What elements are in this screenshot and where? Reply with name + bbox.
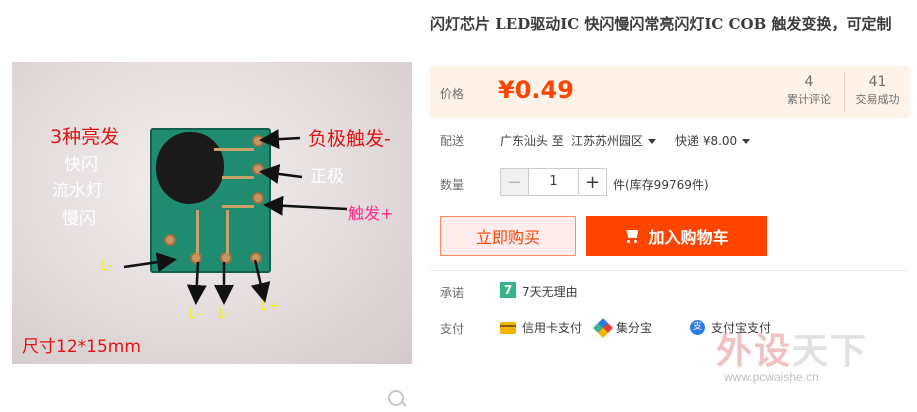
- watermark: 外设天下 www.pcwaishe.cn: [712, 322, 912, 392]
- product-gallery: 3种亮发 快闪 流水灯 慢闪 负极触发- 正极 触发+ L- L- L- L+ …: [0, 0, 425, 412]
- product-image[interactable]: 3种亮发 快闪 流水灯 慢闪 负极触发- 正极 触发+ L- L- L- L+ …: [12, 62, 412, 364]
- sales-count: 41: [868, 74, 887, 90]
- annotation-l-plus: L+: [260, 298, 280, 314]
- shipping-destination: 江苏苏州园区: [571, 134, 644, 148]
- divider: [430, 270, 910, 271]
- quantity-decrease-button[interactable]: −: [501, 169, 529, 195]
- jifenbao-icon: [593, 317, 613, 338]
- review-count: 4: [804, 74, 814, 90]
- annotation-trigger-plus: 触发+: [348, 204, 394, 223]
- payment-credit-card[interactable]: 信用卡支付: [500, 319, 582, 336]
- cart-icon: [624, 230, 640, 243]
- payment-credit-label: 信用卡支付: [522, 321, 583, 335]
- promise-text[interactable]: 7天无理由: [522, 283, 578, 300]
- sales-count-stat: 41 交易成功: [844, 72, 910, 112]
- annotation-l-minus: L-: [100, 258, 113, 274]
- watermark-logo-a: 外设: [716, 331, 793, 372]
- sales-count-label: 交易成功: [855, 93, 900, 106]
- add-to-cart-button[interactable]: 加入购物车: [586, 216, 767, 256]
- shipping-label: 配送: [440, 134, 465, 148]
- annotation-l-minus: L-: [218, 306, 231, 322]
- annotation-positive: 正极: [310, 167, 344, 187]
- quantity-label: 数量: [440, 178, 465, 192]
- annotation-l-minus: L-: [188, 306, 201, 322]
- annotation-size: 尺寸12*15mm: [22, 337, 141, 357]
- watermark-url: www.pcwaishe.cn: [724, 370, 819, 384]
- quantity-stepper: − 1 +: [500, 168, 607, 196]
- watermark-logo: 外设天下: [716, 322, 868, 374]
- promise-label: 承诺: [440, 286, 465, 300]
- chevron-down-icon: [742, 139, 751, 144]
- alipay-icon: 支: [690, 320, 705, 335]
- annotation-mode-fast: 快闪: [64, 155, 98, 175]
- payment-jifenbao[interactable]: 集分宝: [593, 317, 653, 338]
- quantity-increase-button[interactable]: +: [578, 169, 606, 195]
- annotation-modes-title: 3种亮发: [50, 126, 120, 148]
- watermark-logo-b: 天下: [792, 331, 869, 372]
- annotation-mode-slow: 慢闪: [62, 209, 96, 229]
- shipping-method-select[interactable]: 快递 ¥8.00: [675, 132, 751, 149]
- stock-text: 件(库存99769件): [613, 178, 709, 192]
- chevron-down-icon: [648, 139, 657, 144]
- product-title: 闪灯芯片 LED驱动IC 快闪慢闪常亮闪灯IC COB 触发变换，可定制: [430, 15, 892, 33]
- shipping-destination-select[interactable]: 江苏苏州园区: [571, 132, 657, 149]
- price-label: 价格: [440, 87, 465, 101]
- seven-day-return-icon: 7: [500, 282, 516, 298]
- annotation-neg-trigger: 负极触发-: [308, 128, 391, 150]
- shipping-from: 广东汕头 至: [500, 134, 564, 148]
- add-to-cart-label: 加入购物车: [648, 228, 729, 247]
- buy-now-button[interactable]: 立即购买: [440, 216, 576, 256]
- annotation-mode-flow: 流水灯: [52, 181, 103, 201]
- payment-jifen-label: 集分宝: [616, 321, 653, 335]
- price-value: ¥0.49: [498, 76, 574, 104]
- review-count-stat[interactable]: 4 累计评论: [775, 72, 843, 112]
- review-count-label: 累计评论: [787, 93, 831, 106]
- quantity-input[interactable]: 1: [529, 169, 578, 195]
- shipping-method: 快递 ¥8.00: [675, 134, 738, 148]
- zoom-icon[interactable]: [388, 390, 404, 406]
- credit-card-icon: [500, 321, 516, 334]
- payment-label: 支付: [440, 322, 465, 336]
- price-box: 价格 ¥0.49 4 累计评论 41 交易成功: [430, 66, 910, 118]
